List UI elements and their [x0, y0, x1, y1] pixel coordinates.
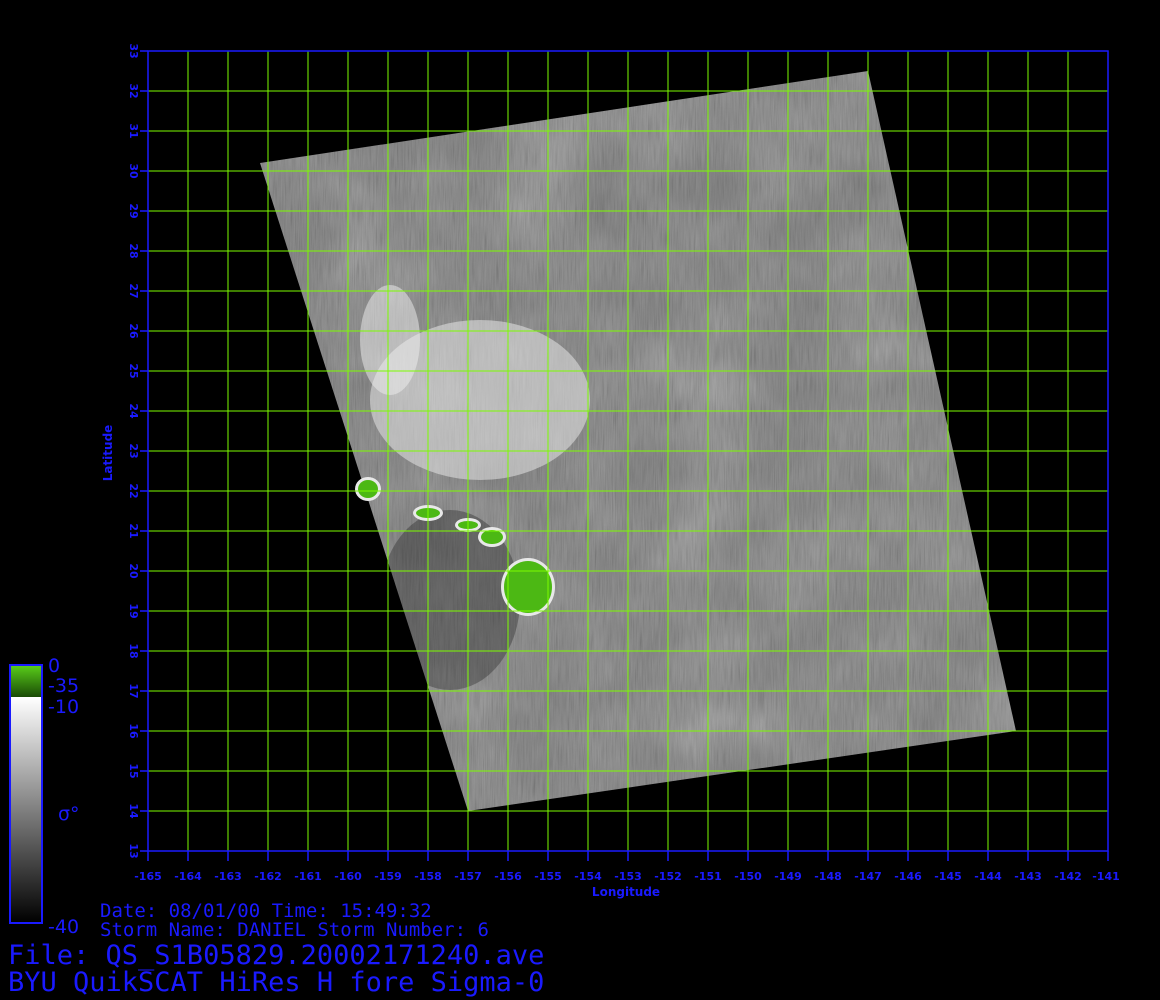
x-axis-title: Longitude	[592, 885, 660, 899]
y-tick-label: 13	[127, 843, 140, 858]
y-tick-label: 26	[127, 323, 140, 339]
y-tick-label: 21	[127, 523, 140, 538]
y-tick-label: 22	[127, 483, 140, 498]
y-tick-label: 19	[127, 603, 140, 618]
y-tick-label: 18	[127, 643, 140, 658]
x-tick-label: -146	[894, 870, 922, 883]
product-title-line: BYU QuikSCAT HiRes H fore Sigma-0	[8, 967, 545, 998]
x-tick-label: -144	[974, 870, 1002, 883]
island-kauai	[358, 480, 378, 498]
x-tick-label: -159	[374, 870, 402, 883]
colorbar-land-segment	[10, 665, 42, 697]
y-tick-label: 30	[127, 163, 140, 179]
x-tick-label: -158	[414, 870, 442, 883]
file-name-line: File: QS_S1B05829.20002171240.ave	[8, 940, 545, 971]
bright-cloud-region	[360, 285, 420, 395]
x-tick-label: -163	[214, 870, 242, 883]
island-hawaii	[504, 561, 552, 613]
x-tick-label: -149	[774, 870, 802, 883]
x-tick-label: -155	[534, 870, 562, 883]
y-tick-label: 25	[127, 363, 140, 378]
y-tick-label: 24	[127, 403, 140, 419]
y-axis-title: Latitude	[101, 425, 115, 482]
map-figure: -165 -164 -163 -162 -161 -160 -159 -158 -157 -156…	[9, 43, 1120, 938]
y-tick-label: 23	[127, 443, 140, 458]
y-tick-label: 32	[127, 83, 140, 98]
x-tick-label: -141	[1092, 870, 1120, 883]
x-tick-label: -142	[1054, 870, 1082, 883]
x-tick-label: -143	[1014, 870, 1042, 883]
x-tick-label: -147	[854, 870, 882, 883]
colorbar-land-top-label: 0	[48, 655, 60, 677]
x-tick-label: -157	[454, 870, 482, 883]
x-tick-label: -150	[734, 870, 762, 883]
colorbar-bottom-label: -40	[48, 916, 79, 938]
x-tick-label: -148	[814, 870, 842, 883]
x-tick-label: -154	[574, 870, 602, 883]
swath-image	[260, 71, 1016, 811]
y-tick-label: 28	[127, 243, 140, 258]
colorbar: 0 -35 -10 -40 σ°	[9, 655, 80, 938]
x-tick-label: -153	[614, 870, 642, 883]
y-tick-label: 31	[127, 123, 140, 138]
colorbar-land-bottom-label: -35	[48, 675, 79, 697]
island-maui	[481, 530, 503, 544]
y-tick-label: 20	[127, 563, 140, 579]
y-tick-label: 17	[127, 683, 140, 698]
x-tick-label: -161	[294, 870, 322, 883]
colorbar-gray-segment	[10, 697, 42, 923]
y-tick-label: 27	[127, 283, 140, 298]
x-tick-label: -162	[254, 870, 282, 883]
x-tick-label: -151	[694, 870, 722, 883]
x-tick-label: -165	[134, 870, 162, 883]
x-tick-label: -152	[654, 870, 682, 883]
x-tick-label: -160	[334, 870, 362, 883]
colorbar-symbol: σ°	[58, 803, 80, 825]
y-tick-label: 14	[127, 803, 140, 819]
x-tick-label: -145	[934, 870, 962, 883]
y-tick-label: 16	[127, 723, 140, 739]
y-tick-label: 15	[127, 763, 140, 778]
x-tick-label: -156	[494, 870, 522, 883]
storm-info-line: Storm Name: DANIEL Storm Number: 6	[100, 919, 489, 941]
y-tick-label: 29	[127, 203, 140, 218]
y-tick-label: 33	[127, 43, 140, 58]
lat-lon-grid	[147, 50, 1109, 852]
colorbar-top-label: -10	[48, 696, 79, 718]
x-tick-label: -164	[174, 870, 202, 883]
